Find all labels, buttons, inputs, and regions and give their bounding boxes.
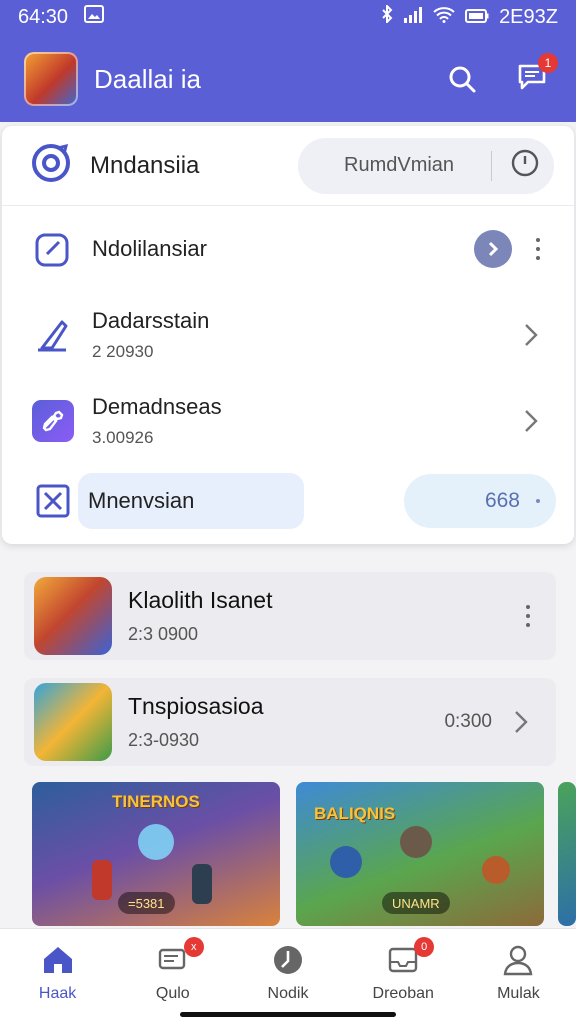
wifi-icon	[433, 6, 455, 29]
message-icon: x	[156, 937, 204, 977]
game-meta: 0:300	[444, 711, 492, 732]
nav-label: Haak	[38, 985, 77, 1002]
row-title: Mnenvsian	[88, 488, 195, 513]
count-value: 668	[484, 489, 520, 512]
pen-icon	[32, 314, 74, 356]
nav-item-messages[interactable]: x Qulo	[115, 929, 230, 1024]
chat-badge: 1	[538, 53, 558, 73]
profile-icon	[501, 943, 535, 977]
game-banner[interactable]: TINERNOS =5381	[32, 782, 280, 926]
edit-icon	[32, 228, 74, 270]
nav-item-profile[interactable]: Mulak	[461, 929, 576, 1024]
bluetooth-icon	[381, 3, 393, 29]
game-subtitle: 2:3-0930	[128, 730, 200, 750]
nav-item-home[interactable]: Haak	[0, 929, 115, 1024]
nav-label: Dreoban	[372, 985, 434, 1002]
nav-label: Nodik	[267, 985, 309, 1002]
nav-badge: 0	[414, 937, 435, 957]
game-list-item[interactable]: Klaolith Isanet 2:3 0900	[24, 572, 556, 660]
link-icon	[32, 400, 74, 442]
list-item[interactable]: Dadarsstain 2 20930	[2, 292, 574, 378]
chevron-right-icon[interactable]	[506, 707, 536, 737]
row-title: Ndolilansiar	[92, 236, 207, 261]
home-indicator	[180, 1012, 396, 1017]
app-avatar[interactable]	[24, 52, 78, 106]
chevron-right-icon[interactable]	[516, 320, 546, 350]
game-banner-peek[interactable]	[558, 782, 576, 926]
row-title: Demadnseas	[92, 394, 222, 419]
list-item[interactable]: Mnenvsian 668	[2, 464, 574, 538]
battery-text: 2E93Z	[499, 5, 558, 28]
count-pill[interactable]: 668	[404, 474, 556, 528]
status-time: 64:30	[18, 5, 69, 28]
search-icon[interactable]	[442, 59, 482, 99]
chevron-right-icon[interactable]	[516, 406, 546, 436]
nav-badge: x	[183, 937, 204, 957]
game-thumbnail	[34, 683, 112, 761]
list-item[interactable]: Demadnseas 3.00926	[2, 378, 574, 464]
chevron-right-button[interactable]	[474, 230, 512, 268]
more-vert-icon[interactable]	[520, 601, 536, 631]
app-bar: Daallai ia 1	[0, 46, 576, 112]
clock-icon	[510, 148, 540, 183]
game-title: Klaolith Isanet	[128, 587, 273, 613]
top-bar: 64:30 2E93Z Daallai ia 1	[0, 0, 576, 122]
game-title: Tnspiosasioa	[128, 693, 264, 719]
row-title: Dadarsstain	[92, 308, 210, 333]
game-list-item[interactable]: Tnspiosasioa 2:3-0930 0:300	[24, 678, 556, 766]
home-icon	[41, 943, 75, 977]
clock-icon	[271, 943, 305, 977]
more-vert-icon[interactable]	[530, 234, 546, 264]
nav-item-inbox[interactable]: 0 Dreoban	[346, 929, 461, 1024]
card-header: Mndansiia RumdVmian	[2, 126, 574, 206]
chat-button[interactable]: 1	[512, 53, 558, 99]
card-title: Mndansiia	[90, 151, 200, 179]
bottom-nav: Haak x Qulo Nodik 0 Dreoban Mulak	[0, 928, 576, 1024]
settings-card: Mndansiia RumdVmian Ndolilansiar Dadarss…	[2, 126, 574, 544]
battery-icon	[465, 6, 489, 29]
gallery-icon	[84, 5, 105, 29]
nav-label: Mulak	[497, 985, 540, 1002]
signal-icon	[403, 6, 423, 29]
highlight-pill[interactable]: Mnenvsian	[78, 473, 304, 529]
status-bar: 64:30 2E93Z	[0, 0, 576, 34]
inbox-icon: 0	[386, 937, 435, 977]
divider	[491, 150, 492, 181]
banner-chip: UNAMR	[382, 892, 450, 914]
nav-label: Qulo	[155, 985, 190, 1002]
list-item[interactable]: Ndolilansiar	[2, 206, 574, 292]
row-subtitle: 2 20930	[92, 342, 154, 361]
filter-dropdown[interactable]: RumdVmian	[298, 137, 554, 194]
game-thumbnail	[34, 577, 112, 655]
app-title: Daallai ia	[94, 63, 201, 94]
tools-icon	[32, 480, 74, 522]
banner-chip: =5381	[118, 892, 175, 914]
row-subtitle: 3.00926	[92, 428, 154, 447]
game-subtitle: 2:3 0900	[128, 624, 199, 644]
target-icon	[30, 142, 72, 189]
game-banner[interactable]: BALIQNIS UNAMR	[296, 782, 544, 926]
filter-label: RumdVmian	[344, 154, 455, 176]
nav-item-clock[interactable]: Nodik	[230, 929, 345, 1024]
dot-icon	[536, 499, 540, 503]
